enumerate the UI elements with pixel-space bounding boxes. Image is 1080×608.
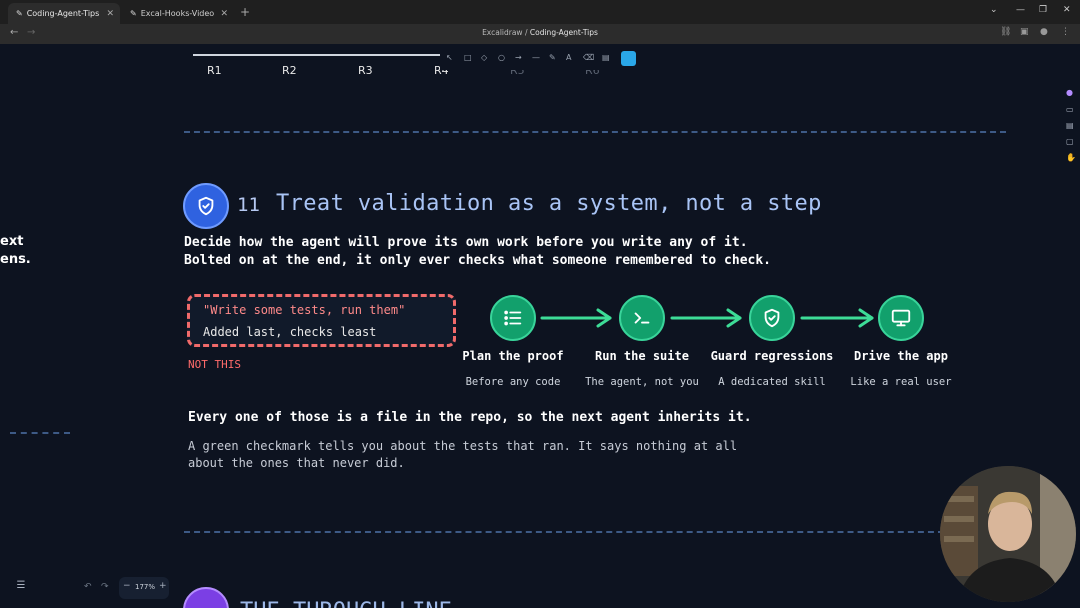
tab-coding-agent-tips[interactable]: ✎ Coding-Agent-Tips ✕ [8,3,120,24]
sidebar-doc-icon[interactable]: ▭ [1066,105,1074,114]
flow-arrow [670,308,742,328]
rows-underline [193,54,441,56]
offscreen-text: ext [0,234,24,249]
zoom-controls: − 177% + [119,577,169,599]
terminal-icon [634,312,650,324]
shield-check-icon [764,308,780,328]
excalidraw-canvas[interactable]: R1 R2 R3 R4 R5 R6 ↖ □ ◇ ○ → — ✎ A ⌫ ▤ ex… [0,44,1080,608]
library-button[interactable] [621,51,636,66]
line-tool-icon[interactable]: — [532,53,540,62]
sidebar-hand-icon[interactable]: ✋ [1066,153,1076,162]
drawing-toolbar: ↖ □ ◇ ○ → — ✎ A ⌫ ▤ [440,50,638,70]
minimize-button[interactable]: — [1016,5,1025,15]
step-guard-circle [749,295,795,341]
step-plan-circle [490,295,536,341]
eraser-tool-icon[interactable]: ⌫ [583,53,594,62]
section-number: 11 [237,194,260,216]
zoom-level[interactable]: 177% [135,583,155,591]
step-title: Run the suite [595,349,689,363]
main-menu-button[interactable]: ☰ [12,580,30,598]
rectangle-tool-icon[interactable]: □ [464,53,472,62]
undo-icon[interactable]: ↶ [84,582,92,592]
step-title: Guard regressions [710,349,834,363]
diamond-tool-icon[interactable]: ◇ [481,53,487,62]
intro-line: Decide how the agent will prove its own … [184,235,748,250]
tab-excal-hooks-video[interactable]: ✎ Excal-Hooks-Video ✕ [122,3,234,24]
intro-line: Bolted on at the end, it only ever check… [184,253,771,268]
redo-icon[interactable]: ↷ [101,582,109,592]
next-section-badge [183,587,229,608]
sidebar-lock-icon[interactable]: ▢ [1066,137,1074,146]
shield-check-icon [198,196,214,216]
sidebar-ai-icon[interactable]: ● [1066,88,1073,97]
image-tool-icon[interactable]: ▤ [602,53,610,62]
text-tool-icon[interactable]: A [566,53,571,62]
note-line: A green checkmark tells you about the te… [188,439,738,453]
browser-tab-bar: ✎ Coding-Agent-Tips ✕ ✎ Excal-Hooks-Vide… [0,0,1080,24]
save-icon[interactable]: ▣ [1020,27,1029,37]
section-divider [184,131,1006,133]
section-title: Treat validation as a system, not a step [276,191,822,216]
presenter-image [940,466,1076,602]
section-badge [183,183,229,229]
url-separator: / [524,28,528,37]
list-icon [504,310,522,326]
ellipse-tool-icon[interactable]: ○ [498,53,505,62]
new-tab-button[interactable]: + [240,5,250,19]
monitor-icon [891,309,911,327]
excalidraw-icon: ✎ [130,9,137,18]
step-run-circle [619,295,665,341]
flow-arrow [800,308,874,328]
step-title: Drive the app [854,349,948,363]
flow-arrow [540,308,612,328]
selection-tool-icon[interactable]: ↖ [446,53,453,62]
tab-label: Excal-Hooks-Video [140,9,215,18]
step-subtitle: The agent, not you [585,376,699,388]
url-prefix: Excalidraw [482,28,523,37]
row-label-r1: R1 [207,64,222,77]
url-current: Coding-Agent-Tips [529,28,598,37]
step-title: Plan the proof [462,349,564,363]
not-this-label: NOT THIS [188,358,241,371]
tab-label: Coding-Agent-Tips [26,9,100,18]
excalidraw-icon: ✎ [16,9,23,18]
offscreen-text: ens. [0,252,31,267]
step-subtitle: A dedicated skill [718,376,826,388]
sidebar-book-icon[interactable]: ▤ [1066,121,1074,130]
link-icon[interactable]: ⛓ [1000,27,1011,37]
url-breadcrumb[interactable]: Excalidraw / Coding-Agent-Tips [0,28,1080,37]
profile-icon[interactable]: ● [1040,27,1048,37]
arrow-tool-icon[interactable]: → [515,53,522,62]
step-subtitle: Like a real user [850,376,952,388]
close-tab-icon[interactable]: ✕ [106,9,114,19]
more-menu-icon[interactable]: ⋮ [1061,27,1070,37]
next-section-title: THE THROUGH-LINE [240,599,452,608]
pencil-tool-icon[interactable]: ✎ [549,53,556,62]
close-tab-icon[interactable]: ✕ [220,9,228,19]
step-subtitle: Before any code [465,376,561,388]
row-label-r2: R2 [282,64,297,77]
row-label-r3: R3 [358,64,373,77]
note-line: about the ones that never did. [188,456,405,470]
section-divider [184,531,944,533]
restore-button[interactable]: ❐ [1039,5,1047,15]
zoom-in-button[interactable]: + [159,581,167,591]
anti-pattern-quote: "Write some tests, run them" [203,303,406,317]
anti-pattern-subtext: Added last, checks least [203,325,377,339]
offscreen-divider [10,432,70,434]
webcam-overlay [940,466,1076,602]
close-window-button[interactable]: ✕ [1063,5,1071,15]
address-bar: ← → Excalidraw / Coding-Agent-Tips ⛓ ▣ ●… [0,24,1080,44]
zoom-out-button[interactable]: − [123,581,131,591]
step-drive-circle [878,295,924,341]
anti-pattern-box [187,294,456,347]
tab-list-chevron-icon[interactable]: ⌄ [990,5,998,15]
summary-line: Every one of those is a file in the repo… [188,410,752,425]
